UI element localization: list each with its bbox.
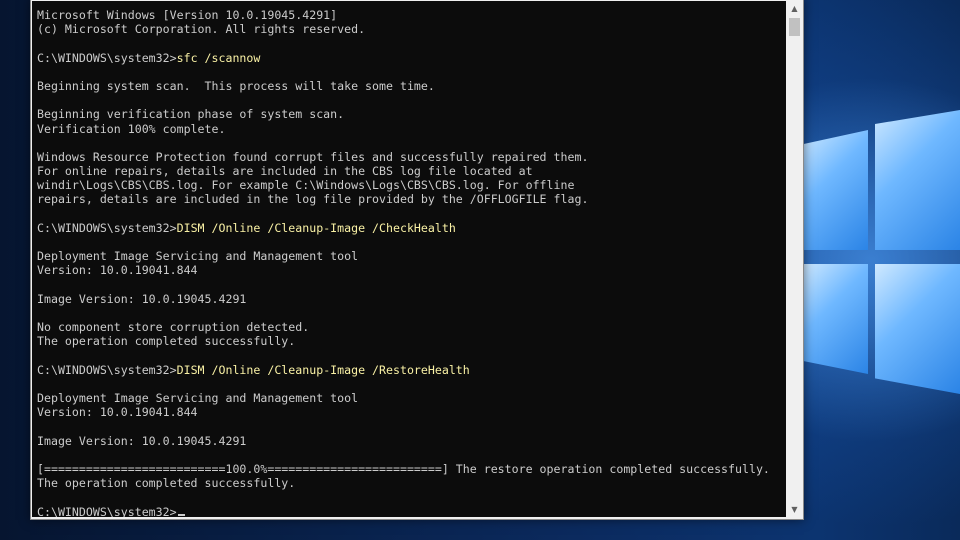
console-output-line: For online repairs, details are included… [37,164,533,179]
console-prompt-line: C:\WINDOWS\system32>DISM /Online /Cleanu… [37,221,782,235]
console-prompt-line: C:\WINDOWS\system32>sfc /scannow [37,51,782,65]
console-output-line [37,490,782,504]
windows-logo-pane [875,110,960,250]
windows-logo-icon [802,130,868,250]
console-output-line: repairs, details are included in the log… [37,192,589,207]
console-text: Microsoft Windows [Version 10.0.19045.42… [37,8,782,517]
console-output-line [37,349,782,363]
console-output-line: windir\Logs\CBS\CBS.log. For example C:\… [37,178,575,193]
console-output-area[interactable]: Microsoft Windows [Version 10.0.19045.42… [32,1,786,517]
console-prompt: C:\WINDOWS\system32> [37,220,177,235]
console-output-line [37,306,782,320]
windows-logo-pane [875,264,960,394]
console-output-line [37,65,782,79]
scroll-up-arrow-icon[interactable]: ▲ [787,1,802,16]
console-command: DISM /Online /Cleanup-Image /RestoreHeal… [176,362,470,377]
console-output-line: [==========================100.0%=======… [37,462,770,476]
windows-logo-pane [802,264,868,374]
console-output-line: Version: 10.0.19041.844 [37,263,198,278]
console-command: DISM /Online /Cleanup-Image /CheckHealth [176,220,456,235]
console-output-line: Beginning system scan. This process will… [37,78,435,93]
console-prompt: C:\WINDOWS\system32> [37,362,177,377]
console-prompt: C:\WINDOWS\system32> [37,504,177,517]
console-output-line: No component store corruption detected. [37,320,310,335]
console-output-line [37,93,782,107]
console-output-line: Deployment Image Servicing and Managemen… [37,391,359,406]
console-output-line: Verification 100% complete. [37,121,226,136]
console-command: sfc /scannow [176,50,261,65]
console-output-line [37,377,782,391]
scroll-down-arrow-icon[interactable]: ▼ [787,502,802,517]
console-output-line: The operation completed successfully. [37,476,296,491]
console-output-line: Deployment Image Servicing and Managemen… [37,249,359,264]
console-output-line [37,278,782,292]
console-prompt-line: C:\WINDOWS\system32>DISM /Online /Cleanu… [37,363,782,377]
console-output-line [37,36,782,50]
console-output-line: Image Version: 10.0.19045.4291 [37,291,247,306]
console-output-line: Beginning verification phase of system s… [37,107,345,122]
console-output-line [37,419,782,433]
console-output-line [37,448,782,462]
console-output-line [37,136,782,150]
scrollbar-thumb[interactable] [789,18,800,36]
console-output-line [37,235,782,249]
console-output-line: The operation completed successfully. [37,334,296,349]
console-prompt: C:\WINDOWS\system32> [37,50,177,65]
text-cursor [177,513,185,516]
console-output-line: Microsoft Windows [Version 10.0.19045.42… [37,8,338,22]
console-output-line: Image Version: 10.0.19045.4291 [37,433,247,448]
console-output-line: Version: 10.0.19041.844 [37,405,198,420]
console-output-line: Windows Resource Protection found corrup… [37,149,589,164]
console-output-line: (c) Microsoft Corporation. All rights re… [37,22,366,37]
vertical-scrollbar[interactable]: ▲ ▼ [787,1,802,517]
console-prompt-line: C:\WINDOWS\system32> [37,505,782,517]
console-output-line [37,207,782,221]
command-prompt-window[interactable]: Microsoft Windows [Version 10.0.19045.42… [30,0,804,520]
